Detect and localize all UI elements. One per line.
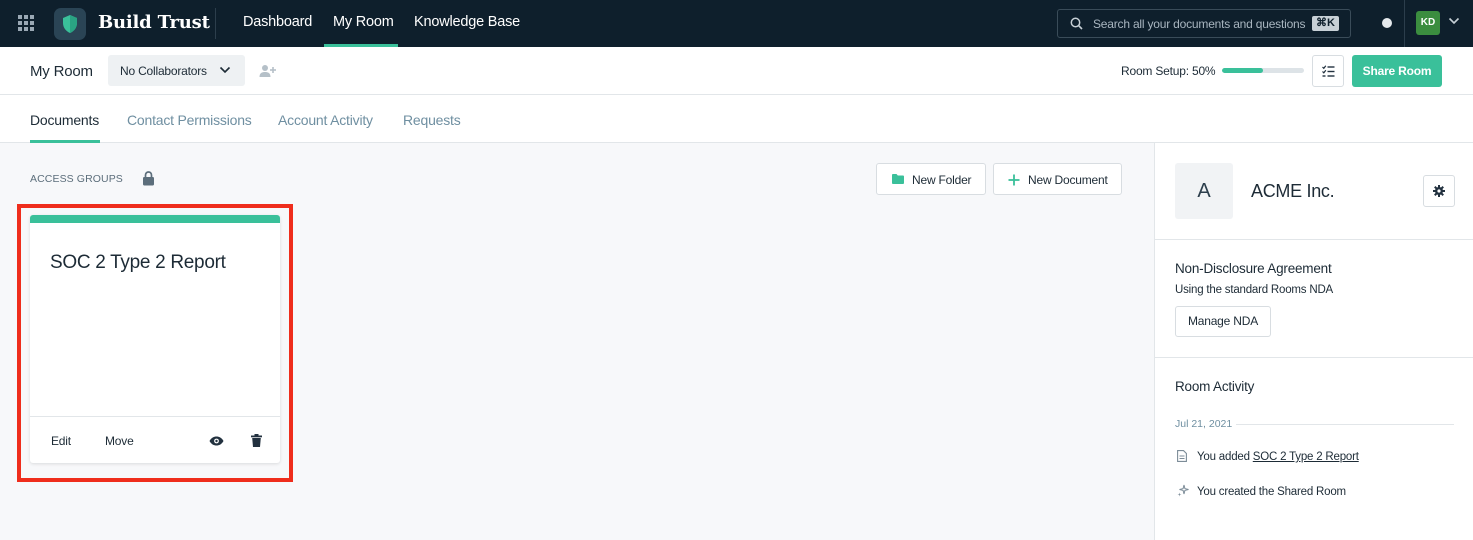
activity-document-link[interactable]: SOC 2 Type 2 Report: [1253, 451, 1359, 463]
checklist-icon: [1322, 65, 1335, 77]
app-grid-icon[interactable]: [18, 15, 34, 31]
nav-link-my-room[interactable]: My Room: [333, 14, 394, 30]
activity-item: You added SOC 2 Type 2 Report: [1197, 451, 1359, 463]
nav-link-dashboard[interactable]: Dashboard: [243, 14, 312, 30]
org-name: ACME Inc.: [1251, 181, 1335, 201]
room-setup-label: Room Setup: 50%: [1121, 64, 1216, 78]
settings-button[interactable]: [1423, 175, 1455, 207]
activity-text: You created the Shared Room: [1197, 486, 1346, 498]
tab-account-activity[interactable]: Account Activity: [278, 112, 373, 128]
org-avatar: A: [1175, 163, 1233, 219]
share-room-button[interactable]: Share Room: [1352, 55, 1442, 87]
edit-button[interactable]: Edit: [51, 434, 71, 448]
search-icon: [1070, 17, 1083, 30]
sparkle-icon: [1177, 484, 1189, 497]
document-icon: [1177, 450, 1187, 462]
tab-documents[interactable]: Documents: [30, 112, 99, 128]
room-tabs: Documents Contact Permissions Account Ac…: [0, 95, 1473, 143]
activity-date-divider: [1236, 424, 1454, 425]
nda-description: Using the standard Rooms NDA: [1175, 284, 1334, 296]
nda-heading: Non-Disclosure Agreement: [1175, 261, 1332, 276]
room-setup-progress: [1222, 68, 1304, 73]
document-card[interactable]: SOC 2 Type 2 Report Edit Move: [30, 215, 280, 463]
document-card-actions: Edit Move: [30, 416, 280, 463]
move-button[interactable]: Move: [105, 434, 134, 448]
chevron-down-icon[interactable]: [1448, 17, 1460, 25]
status-indicator-icon: [1382, 18, 1392, 28]
new-document-button[interactable]: New Document: [993, 163, 1122, 195]
document-title[interactable]: SOC 2 Type 2 Report: [50, 252, 226, 274]
search-box[interactable]: Search all your documents and questions …: [1057, 9, 1351, 38]
new-document-label: New Document: [1028, 173, 1108, 187]
search-input[interactable]: Search all your documents and questions: [1093, 17, 1306, 31]
eye-icon[interactable]: [209, 436, 224, 446]
room-details-panel: A ACME Inc. Non-Disclosure Agreement Usi…: [1154, 143, 1473, 540]
collaborators-label: No Collaborators: [120, 64, 207, 78]
tab-active-indicator: [30, 140, 100, 143]
panel-divider: [1155, 357, 1473, 358]
lock-icon[interactable]: [142, 171, 155, 186]
activity-date: Jul 21, 2021: [1175, 418, 1233, 430]
gear-icon: [1433, 185, 1445, 197]
collaborators-dropdown[interactable]: No Collaborators: [108, 55, 245, 86]
add-user-icon[interactable]: [259, 64, 277, 78]
activity-text: You added: [1197, 451, 1253, 463]
room-header: My Room No Collaborators Room Setup: 50%…: [0, 47, 1473, 95]
brand-name[interactable]: Build Trust: [98, 12, 210, 33]
search-shortcut-badge: ⌘K: [1312, 16, 1339, 31]
plus-icon: [1008, 174, 1020, 186]
page-title: My Room: [30, 63, 93, 80]
nav-link-knowledge-base[interactable]: Knowledge Base: [414, 14, 520, 30]
user-avatar[interactable]: KD: [1416, 11, 1440, 35]
top-navigation: Build Trust Dashboard My Room Knowledge …: [0, 0, 1473, 47]
access-groups-label: ACCESS GROUPS: [30, 173, 123, 185]
new-folder-button[interactable]: New Folder: [876, 163, 986, 195]
manage-nda-button[interactable]: Manage NDA: [1175, 306, 1271, 337]
nav-divider: [1404, 0, 1405, 47]
tab-requests[interactable]: Requests: [403, 112, 461, 128]
shield-logo-icon[interactable]: [54, 8, 86, 40]
new-folder-label: New Folder: [912, 173, 972, 187]
document-card-accent: [30, 215, 280, 223]
folder-icon: [892, 174, 904, 184]
trash-icon[interactable]: [251, 434, 262, 447]
room-activity-heading: Room Activity: [1175, 379, 1255, 394]
tab-contact-permissions[interactable]: Contact Permissions: [127, 112, 252, 128]
checklist-button[interactable]: [1312, 55, 1344, 87]
panel-divider: [1155, 239, 1473, 240]
room-setup-progress-fill: [1222, 68, 1263, 73]
chevron-down-icon: [219, 66, 231, 74]
activity-item: You created the Shared Room: [1197, 486, 1346, 498]
nav-divider: [215, 8, 216, 39]
